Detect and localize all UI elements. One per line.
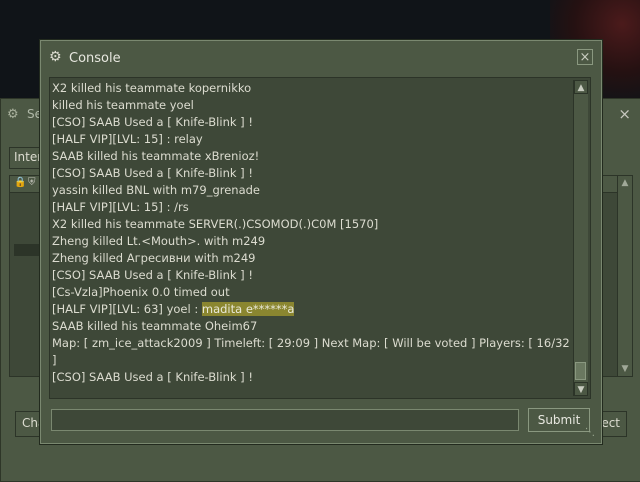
log-line: [CSO] SAAB Used a [ Knife-Blink ] !	[52, 370, 253, 384]
console-title: Console	[69, 51, 121, 66]
log-line-highlighted: [HALF VIP][LVL: 63] yoel : madita e*****…	[52, 301, 572, 318]
lock-icon[interactable]: 🔒	[14, 177, 26, 188]
log-line: SAAB killed his teammate Oheim67	[52, 319, 258, 333]
log-line: [CSO] SAAB Used a [ Knife-Blink ] !	[52, 115, 253, 129]
console-titlebar[interactable]: ⚙ Console ×	[41, 41, 601, 73]
shield-icon[interactable]: ⛨	[28, 177, 36, 188]
log-line: Zheng killed Lt.<Mouth>. with m249	[52, 234, 266, 248]
log-line: Zheng killed Агресивни with m249	[52, 251, 256, 265]
log-line: X2 killed his teammate kopernikko	[52, 81, 252, 95]
steam-icon: ⚙	[49, 49, 62, 65]
scroll-up-icon[interactable]: ▲	[574, 80, 588, 94]
resize-grip-icon[interactable]: ⋱	[585, 427, 599, 441]
log-line: [CSO] SAAB Used a [ Knife-Blink ] !	[52, 166, 253, 180]
console-scrollbar[interactable]: ▲ ▼	[573, 80, 588, 396]
scroll-down-icon[interactable]: ▼	[574, 382, 588, 396]
scrollbar-thumb[interactable]	[575, 362, 586, 380]
log-line-prefix: [HALF VIP][LVL: 63] yoel :	[52, 302, 202, 316]
log-line: killed his teammate yoel	[52, 98, 194, 112]
console-log[interactable]: X2 killed his teammate kopernikko killed…	[49, 77, 591, 399]
console-window: ⚙ Console × X2 killed his teammate koper…	[40, 40, 602, 444]
server-list-scrollbar[interactable]: ▲ ▼	[617, 176, 632, 376]
log-line: [CSO] SAAB Used a [ Knife-Blink ] !	[52, 268, 253, 282]
steam-icon: ⚙	[7, 107, 19, 122]
log-line: SAAB killed his teammate xBrenioz!	[52, 149, 260, 163]
log-line: yassin killed BNL with m79_grenade	[52, 183, 261, 197]
log-line: [Cs-Vzla]Phoenix 0.0 timed out	[52, 285, 230, 299]
highlighted-text: madita e******a	[201, 302, 295, 316]
log-line: [HALF VIP][LVL: 15] : relay	[52, 132, 203, 146]
scroll-down-icon[interactable]: ▼	[618, 364, 632, 374]
log-line-map-info: Map: [ zm_ice_attack2009 ] Timeleft: [ 2…	[52, 336, 570, 367]
log-line: [HALF VIP][LVL: 15] : /rs	[52, 200, 189, 214]
log-line: X2 killed his teammate SERVER(.)CSOMOD(.…	[52, 217, 379, 231]
scroll-up-icon[interactable]: ▲	[618, 178, 632, 188]
console-log-lines: X2 killed his teammate kopernikko killed…	[52, 80, 572, 386]
submit-button[interactable]: Submit	[528, 408, 590, 432]
server-browser-close-button[interactable]: ×	[618, 105, 631, 123]
console-close-button[interactable]: ×	[577, 49, 593, 65]
command-input[interactable]	[51, 409, 519, 431]
